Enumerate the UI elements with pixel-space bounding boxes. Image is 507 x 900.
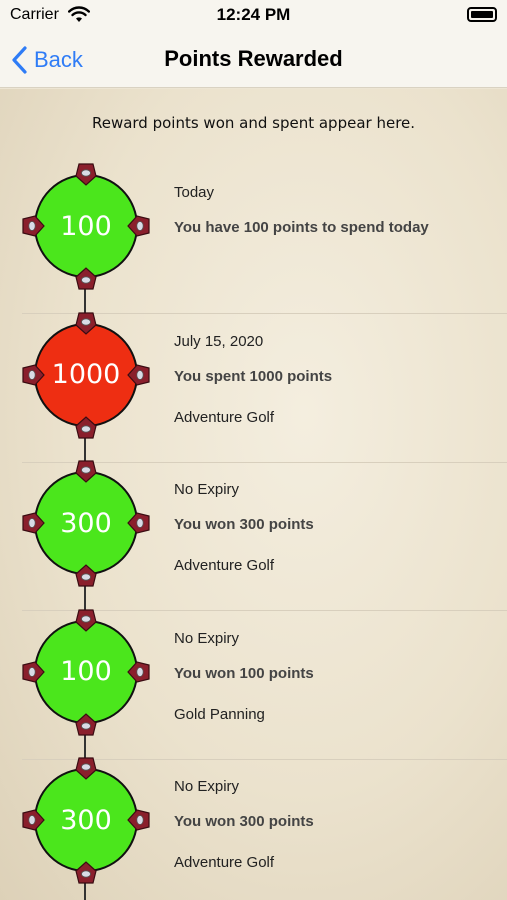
entry-location: Adventure Golf: [174, 854, 275, 871]
entry-date: No Expiry: [174, 778, 240, 795]
points-value: 100: [60, 210, 112, 242]
status-time: 12:24 PM: [216, 5, 291, 24]
entry-date: No Expiry: [174, 629, 240, 647]
list-subtitle: Reward points won and spent appear here.: [91, 114, 416, 132]
entry-description: You won 300 points: [174, 516, 314, 533]
list-item[interactable]: 300 No Expiry You won 300 points Adventure …: [0, 757, 507, 900]
entry-description: You won 300 points: [174, 813, 314, 830]
points-value: 1000: [51, 359, 121, 390]
page-title: Points Rewarded: [164, 46, 343, 71]
entry-date: No Expiry: [174, 481, 240, 498]
list-item[interactable]: 300 No Expiry You won 300 points Adventure …: [0, 460, 507, 611]
entry-description: You won 100 points: [174, 664, 314, 682]
points-value: 300: [60, 507, 112, 539]
list-item[interactable]: 1000 July 15, 2020 You spent 1000 points Ad…: [0, 311, 507, 463]
entry-location: Gold Panning: [174, 705, 265, 723]
battery-icon: [467, 7, 497, 22]
entry-date: Today: [174, 184, 215, 201]
points-value: 100: [60, 656, 112, 687]
entry-description: You spent 1000 points: [174, 367, 333, 385]
entry-location: Adventure Golf: [174, 557, 275, 574]
list-item[interactable]: 100 Today You have 100 points to spend tod…: [0, 163, 507, 314]
navigation-bar: Back Points Rewarded: [0, 32, 507, 88]
entry-location: Adventure Golf: [174, 408, 275, 426]
list-item[interactable]: 100 No Expiry You won 100 points Gold Panni…: [0, 608, 507, 760]
points-value: 300: [60, 804, 112, 836]
entry-date: July 15, 2020: [174, 332, 264, 350]
entry-description: You have 100 points to spend today: [174, 219, 429, 236]
status-bar: Carrier 12:24 PM: [0, 0, 507, 32]
points-list-view[interactable]: Reward points won and spent appear here.…: [0, 89, 507, 900]
